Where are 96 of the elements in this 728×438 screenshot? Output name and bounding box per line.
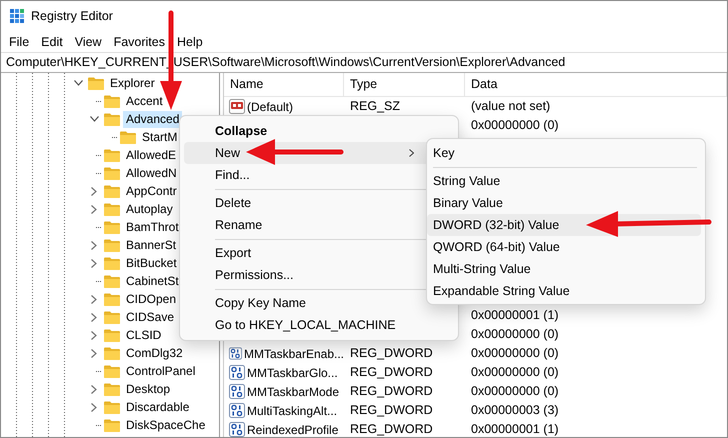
tree-item[interactable]: CLSID [123, 326, 164, 344]
folder-icon [104, 166, 120, 180]
value-data: 0x00000003 (3) [471, 403, 559, 418]
value-data: 0x00000000 (0) [471, 384, 559, 398]
value-type: REG_DWORD [350, 346, 433, 360]
value-data: 0x00000001 (1) [471, 422, 559, 436]
value-data: 0x00000000 (0) [471, 327, 559, 342]
chevron-right-icon[interactable] [91, 204, 97, 214]
column-header[interactable]: Type [344, 73, 465, 96]
menu-item[interactable]: String Value [427, 170, 701, 192]
folder-icon [104, 328, 120, 342]
value-data: 0x00000000 (0) [471, 346, 559, 360]
registry-icon [10, 9, 25, 24]
folder-icon [104, 238, 120, 252]
folder-icon [104, 148, 120, 162]
tree-item[interactable]: Discardable [123, 398, 192, 416]
chevron-right-icon[interactable] [91, 312, 97, 322]
chevron-right-icon[interactable] [91, 402, 97, 412]
tree-item[interactable]: Autoplay [123, 200, 176, 218]
chevron-right-icon [409, 149, 414, 157]
value-data: 0x00000001 (1) [471, 308, 559, 322]
tree-item[interactable]: CIDOpen [123, 290, 180, 308]
chevron-down-icon[interactable] [90, 116, 98, 122]
tree-item[interactable]: CabinetSt [123, 272, 182, 290]
folder-icon [104, 310, 120, 324]
chevron-right-icon[interactable] [91, 258, 97, 268]
tree-item[interactable]: BitBucket [123, 254, 180, 272]
value-type: REG_DWORD [350, 365, 433, 380]
tree-item[interactable]: StartM [139, 128, 180, 146]
menu-item[interactable]: Help [170, 32, 209, 52]
value-data: 0x00000000 (0) [471, 365, 559, 380]
tree-item[interactable]: ControlPanel [123, 362, 198, 380]
folder-icon [104, 382, 120, 396]
value-type: REG_SZ [350, 99, 400, 114]
tree-item[interactable]: Desktop [123, 380, 174, 398]
folder-icon [104, 94, 120, 108]
value-type: REG_DWORD [350, 422, 433, 436]
folder-icon [104, 346, 120, 360]
menu-item[interactable]: View [68, 32, 108, 52]
menu-item[interactable]: Multi-String Value [427, 258, 701, 280]
chevron-down-icon[interactable] [74, 80, 82, 86]
menu-item[interactable]: Edit [35, 32, 69, 52]
chevron-right-icon[interactable] [91, 330, 97, 340]
folder-icon [104, 256, 120, 270]
folder-icon [104, 184, 120, 198]
binary-value-icon [229, 384, 245, 399]
column-header[interactable]: Name [224, 73, 344, 96]
folder-icon [104, 202, 120, 216]
tree-item[interactable]: BamThrot [123, 218, 182, 236]
menu-item[interactable]: Expandable String Value [427, 280, 701, 302]
value-name[interactable]: MultiTaskingAlt... [247, 402, 338, 420]
value-data: (value not set) [471, 99, 550, 114]
folder-icon [104, 292, 120, 306]
value-name[interactable]: (Default) [247, 98, 294, 116]
folder-icon [88, 76, 104, 90]
value-name[interactable]: ReindexedProfile [247, 420, 338, 437]
binary-value-icon [229, 422, 245, 437]
tree-item[interactable]: Advanced [123, 110, 182, 128]
value-type: REG_DWORD [350, 384, 433, 398]
folder-icon [104, 274, 120, 288]
tree-item[interactable]: AllowedE [123, 146, 180, 164]
value-type: REG_DWORD [350, 403, 433, 418]
tree-item[interactable]: AllowedN [123, 164, 180, 182]
folder-icon [104, 220, 120, 234]
menu-item[interactable]: File [3, 32, 36, 52]
tree-item[interactable]: BannerSt [123, 236, 180, 254]
value-name[interactable]: MMTaskbarGlo... [247, 364, 338, 382]
binary-value-icon [229, 403, 245, 418]
tree-item[interactable]: ComDlg32 [123, 344, 186, 362]
menu-item[interactable]: Binary Value [427, 192, 701, 214]
chevron-right-icon[interactable] [91, 240, 97, 250]
folder-icon [120, 130, 136, 144]
tree-item[interactable]: AppContr [123, 182, 180, 200]
tree-item[interactable]: CIDSave [123, 308, 178, 326]
menu-item[interactable]: Favorites [108, 32, 171, 52]
folder-icon [104, 364, 120, 378]
window-title: Registry Editor [31, 8, 113, 26]
chevron-right-icon[interactable] [91, 186, 97, 196]
value-data: 0x00000000 (0) [471, 118, 559, 132]
folder-icon [104, 400, 120, 414]
binary-value-icon [229, 346, 242, 361]
value-name[interactable]: MMTaskbarMode [247, 382, 340, 400]
menu-item[interactable]: QWORD (64-bit) Value [427, 236, 701, 258]
folder-icon [104, 418, 120, 432]
folder-icon [104, 112, 120, 126]
tree-item[interactable]: DiskSpaceChe [123, 416, 208, 434]
value-name[interactable]: MMTaskbarEnab... [244, 344, 344, 362]
chevron-right-icon[interactable] [91, 384, 97, 394]
binary-value-icon [229, 365, 245, 380]
tree-item[interactable]: Explorer [107, 74, 158, 92]
chevron-right-icon[interactable] [91, 348, 97, 358]
menu-item[interactable]: Collapse [184, 120, 454, 142]
chevron-right-icon[interactable] [91, 294, 97, 304]
tree-item[interactable]: Accent [123, 92, 166, 110]
menu-item[interactable]: Go to HKEY_LOCAL_MACHINE [184, 314, 454, 336]
column-header[interactable]: Data [465, 73, 727, 96]
